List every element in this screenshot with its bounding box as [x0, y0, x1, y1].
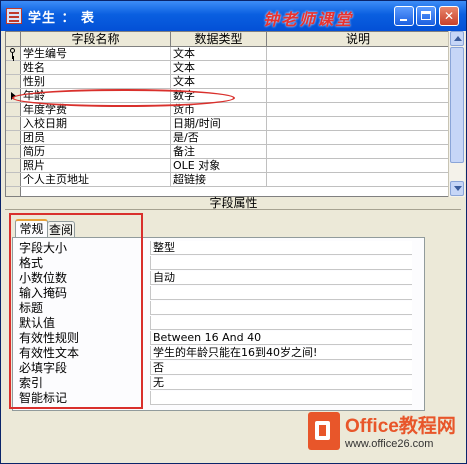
- property-value-field[interactable]: Between 16 And 40: [150, 331, 412, 345]
- row-selector[interactable]: [6, 103, 21, 116]
- property-value-field[interactable]: 无: [150, 376, 412, 390]
- vertical-scrollbar[interactable]: [448, 31, 465, 197]
- watermark-logo: Office教程网 www.office26.com: [308, 407, 466, 461]
- row-selector[interactable]: [6, 47, 21, 60]
- data-type-cell[interactable]: 文本: [171, 75, 267, 88]
- brand-watermark: 钟老师课堂: [263, 10, 354, 29]
- annotation-oval: [12, 89, 235, 107]
- property-value-field[interactable]: 否: [150, 361, 412, 375]
- column-header-description[interactable]: 说明: [267, 32, 449, 46]
- watermark-text: Office教程网: [345, 416, 456, 437]
- data-type-cell[interactable]: 备注: [171, 145, 267, 158]
- divider: [5, 209, 461, 210]
- field-name-cell[interactable]: 个人主页地址: [21, 173, 171, 186]
- description-cell[interactable]: [267, 117, 449, 130]
- property-value-field[interactable]: [150, 316, 412, 330]
- field-name-cell[interactable]: 简历: [21, 145, 171, 158]
- data-type-cell[interactable]: 超链接: [171, 173, 267, 186]
- data-type-cell[interactable]: 是/否: [171, 131, 267, 144]
- maximize-icon: [421, 11, 431, 20]
- field-design-grid: 字段名称 数据类型 说明 学生编号 文本 姓名 文本 性别 文本 年龄 数字 年…: [5, 31, 450, 197]
- row-selector[interactable]: [6, 145, 21, 158]
- field-name-cell[interactable]: 学生编号: [21, 47, 171, 60]
- data-type-cell[interactable]: 文本: [171, 47, 267, 60]
- row-selector[interactable]: [6, 75, 21, 88]
- property-value-field[interactable]: [150, 256, 412, 270]
- description-cell[interactable]: [267, 159, 449, 172]
- field-name-cell[interactable]: 姓名: [21, 61, 171, 74]
- table-row[interactable]: 性别 文本: [6, 75, 449, 89]
- table-icon: [6, 8, 22, 24]
- table-row[interactable]: 学生编号 文本: [6, 47, 449, 61]
- description-cell[interactable]: [267, 75, 449, 88]
- data-type-cell[interactable]: 文本: [171, 61, 267, 74]
- maximize-button[interactable]: [416, 6, 436, 26]
- description-cell[interactable]: [267, 61, 449, 74]
- field-name-cell[interactable]: 入校日期: [21, 117, 171, 130]
- description-cell[interactable]: [267, 145, 449, 158]
- field-name-cell[interactable]: 照片: [21, 159, 171, 172]
- field-name-cell[interactable]: 团员: [21, 131, 171, 144]
- row-selector[interactable]: [6, 117, 21, 130]
- table-design-window: 学生 ： 表 钟老师课堂 ✕ 字段名称 数据类型 说明 学生编号 文本 姓名 文…: [0, 0, 467, 464]
- close-icon: ✕: [443, 9, 455, 23]
- row-selector[interactable]: [6, 173, 21, 186]
- minimize-icon: [400, 19, 407, 21]
- watermark-url: www.office26.com: [345, 438, 434, 450]
- table-row[interactable]: 个人主页地址 超链接: [6, 173, 449, 187]
- property-value-field[interactable]: [150, 391, 412, 405]
- window-title: 学生 ： 表: [28, 11, 96, 26]
- row-selector-header[interactable]: [6, 32, 21, 46]
- description-cell[interactable]: [267, 103, 449, 116]
- column-header-data-type[interactable]: 数据类型: [171, 32, 267, 46]
- property-value-field[interactable]: 学生的年龄只能在16到40岁之间!: [150, 346, 412, 360]
- grid-header: 字段名称 数据类型 说明: [6, 32, 449, 47]
- description-cell[interactable]: [267, 89, 449, 102]
- table-row[interactable]: 团员 是/否: [6, 131, 449, 145]
- field-name-cell[interactable]: 性别: [21, 75, 171, 88]
- table-row[interactable]: 入校日期 日期/时间: [6, 117, 449, 131]
- primary-key-icon: [9, 48, 17, 59]
- scroll-thumb[interactable]: [450, 47, 464, 163]
- property-value-field[interactable]: [150, 286, 412, 300]
- row-selector[interactable]: [6, 131, 21, 144]
- scroll-up-icon[interactable]: [450, 31, 464, 46]
- title-bar[interactable]: 学生 ： 表 钟老师课堂 ✕: [1, 1, 466, 31]
- table-row[interactable]: 姓名 文本: [6, 61, 449, 75]
- description-cell[interactable]: [267, 173, 449, 186]
- minimize-button[interactable]: [394, 6, 414, 26]
- description-cell[interactable]: [267, 47, 449, 60]
- field-properties-label: 字段属性: [209, 196, 258, 210]
- property-value-field[interactable]: 自动: [150, 271, 412, 285]
- property-value-field[interactable]: [150, 301, 412, 315]
- table-row[interactable]: 照片 OLE 对象: [6, 159, 449, 173]
- data-type-cell[interactable]: 日期/时间: [171, 117, 267, 130]
- row-selector[interactable]: [6, 159, 21, 172]
- table-row[interactable]: 简历 备注: [6, 145, 449, 159]
- data-type-cell[interactable]: OLE 对象: [171, 159, 267, 172]
- close-button[interactable]: ✕: [439, 6, 459, 26]
- description-cell[interactable]: [267, 131, 449, 144]
- property-value-field[interactable]: 整型: [150, 241, 412, 255]
- row-selector[interactable]: [6, 61, 21, 74]
- column-header-field-name[interactable]: 字段名称: [21, 32, 171, 46]
- office-logo-icon: [308, 412, 340, 450]
- annotation-box: [9, 213, 143, 409]
- scroll-down-icon[interactable]: [450, 181, 464, 196]
